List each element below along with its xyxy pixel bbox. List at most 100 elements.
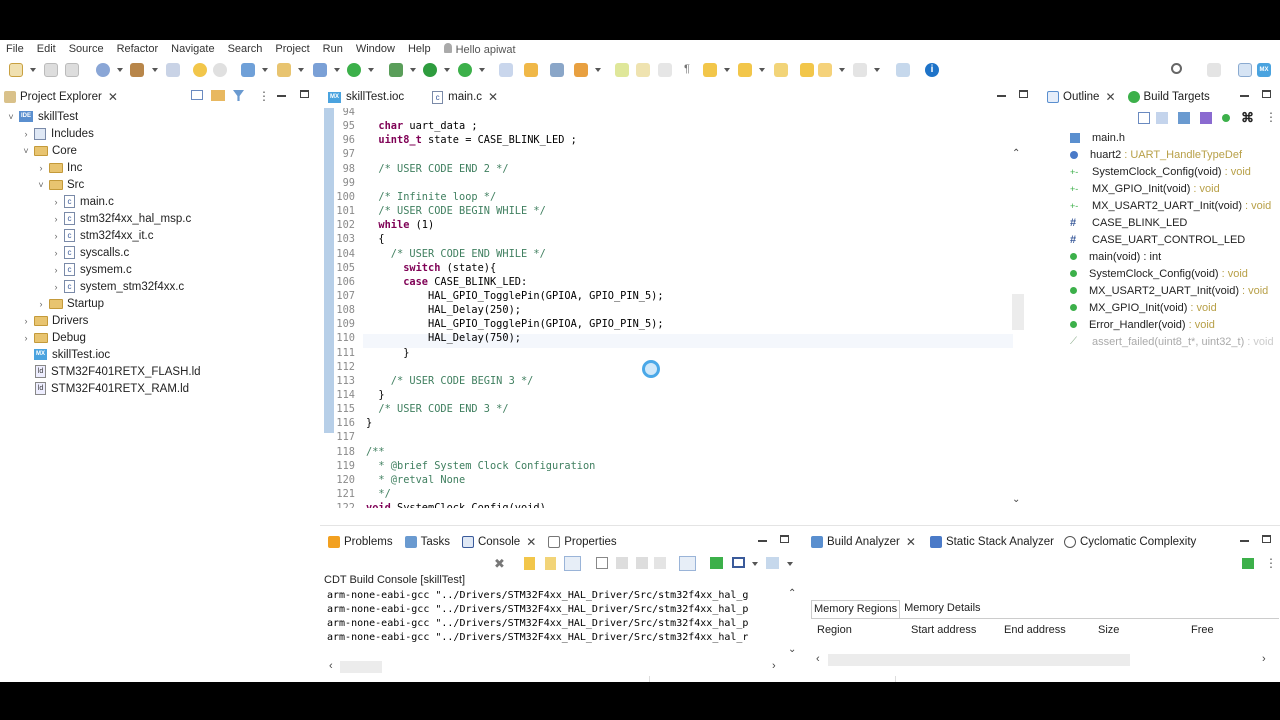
focus-icon[interactable] [1138,112,1150,124]
chevron-right-icon[interactable]: › [51,197,61,207]
binary-icon[interactable] [166,63,180,77]
column-start-address[interactable]: Start address [911,624,976,636]
menu-navigate[interactable]: Navigate [171,43,214,55]
menu-file[interactable]: File [6,43,24,55]
tree-item-src[interactable]: ˅ Src [36,176,84,193]
new-class-icon[interactable] [313,63,327,77]
tree-item-it[interactable]: › c stm32f4xx_it.c [51,227,154,244]
tab-build-analyzer[interactable]: Build Analyzer ✕ [811,535,916,549]
tree-item-skilltest[interactable]: ˅ IDE skillTest [6,108,78,125]
close-icon[interactable]: ✕ [108,90,118,104]
filter-output-icon[interactable] [636,557,648,569]
back-icon[interactable] [800,63,814,77]
outline-item[interactable]: ⟋ assert_failed(uint8_t*, uint32_t): void [1070,333,1274,350]
chevron-right-icon[interactable]: › [51,282,61,292]
clear-console-icon[interactable] [596,557,608,569]
run-icon[interactable] [423,63,437,77]
menu-source[interactable]: Source [69,43,104,55]
open-type-icon[interactable] [524,63,538,77]
undo-icon[interactable] [193,63,207,77]
word-wrap-icon[interactable] [564,556,581,571]
tab-properties[interactable]: Properties [548,536,617,548]
minimize-icon[interactable] [1240,95,1249,97]
tree-item-startup[interactable]: › Startup [36,295,105,312]
new-console-icon[interactable] [766,557,779,569]
tree-item-drivers[interactable]: › Drivers [21,312,89,329]
tab-static-stack-analyzer[interactable]: Static Stack Analyzer [929,536,1054,548]
outline-item[interactable]: # CASE_UART_CONTROL_LED [1070,231,1245,248]
toggle-mark-icon[interactable] [636,63,650,77]
column-end-address[interactable]: End address [1004,624,1066,636]
menu-search[interactable]: Search [228,43,263,55]
tree-item-syscalls[interactable]: › c syscalls.c [51,244,129,261]
outline-item[interactable]: main.h [1070,129,1125,146]
show-whitespace-icon[interactable]: ¶ [680,63,694,77]
outline-item[interactable]: Error_Handler(void): void [1070,316,1215,333]
block-select-icon[interactable] [658,63,672,77]
outline-item[interactable]: huart2: UART_HandleTypeDef [1070,146,1242,163]
outline-item[interactable]: SystemClock_Config(void): void [1070,265,1248,282]
column-region[interactable]: Region [817,624,852,636]
redo-icon[interactable] [213,63,227,77]
close-icon[interactable]: ✕ [488,90,498,104]
outline-item[interactable]: # CASE_BLINK_LED [1070,214,1187,231]
menu-run[interactable]: Run [323,43,343,55]
pin-icon[interactable] [545,557,556,570]
outline-item[interactable]: +- MX_GPIO_Init(void): void [1070,180,1220,197]
open-perspective-icon[interactable] [1207,63,1221,77]
chevron-right-icon[interactable]: › [21,129,31,139]
code-editor[interactable]: 94 95 char uart_data ; 96 uint8_t state = … [323,108,1029,508]
new-folder-icon[interactable] [277,63,291,77]
debug-icon[interactable] [389,63,403,77]
pen-icon[interactable] [574,63,588,77]
menu-edit[interactable]: Edit [37,43,56,55]
next-annotation-icon[interactable] [703,63,717,77]
tree-item-ioc[interactable]: MX skillTest.ioc [34,346,110,363]
chevron-right-icon[interactable]: › [51,248,61,258]
open-console-toggle-icon[interactable] [679,556,696,571]
vertical-scrollbar-thumb[interactable] [1012,294,1024,330]
show-console-icon[interactable] [654,557,666,569]
search-icon[interactable] [1171,63,1182,74]
info-icon[interactable]: i [925,63,939,77]
minimize-icon[interactable] [1240,540,1249,542]
tab-problems[interactable]: Problems [328,536,393,548]
maximize-icon[interactable] [300,90,309,98]
tree-item-ram-ld[interactable]: ld STM32F401RETX_RAM.ld [35,380,189,397]
tree-item-flash-ld[interactable]: ld STM32F401RETX_FLASH.ld [35,363,201,380]
outline-item[interactable]: +- SystemClock_Config(void): void [1070,163,1251,180]
horizontal-scrollbar-thumb[interactable] [340,661,382,673]
open-task-icon[interactable] [550,63,564,77]
new-c-project-icon[interactable] [241,63,255,77]
refresh-icon[interactable] [347,63,361,77]
tree-item-includes[interactable]: › Includes [21,125,94,142]
scroll-lock-icon[interactable] [524,557,535,570]
outline-item[interactable]: MX_GPIO_Init(void): void [1070,299,1217,316]
prev-annotation-icon[interactable] [738,63,752,77]
view-menu-icon[interactable]: ⋮ [258,89,270,103]
view-menu-icon[interactable]: ⋮ [1265,110,1277,124]
save-all-icon[interactable] [65,63,79,77]
chevron-right-icon[interactable]: › [21,316,31,326]
close-icon[interactable]: ✕ [906,535,916,549]
hide-static-icon[interactable] [1200,112,1212,124]
chevron-right-icon[interactable]: › [36,163,46,173]
scroll-left-arrow[interactable]: ‹ [329,660,333,672]
display-selected-icon[interactable] [616,557,628,569]
collapse-all-icon[interactable] [191,90,203,100]
maximize-icon[interactable] [1019,90,1028,98]
build-hammer-icon[interactable] [130,63,144,77]
search-toolbar-icon[interactable] [499,63,513,77]
tab-memory-details[interactable]: Memory Details [902,600,982,618]
outline-item[interactable]: MX_USART2_UART_Init(void): void [1070,282,1268,299]
tree-item-main-c[interactable]: › c main.c [51,193,114,210]
tab-skilltest-ioc[interactable]: MX skillTest.ioc [328,91,404,103]
back-arrow-icon[interactable] [818,63,832,77]
tab-outline[interactable]: Outline ✕ [1047,90,1116,104]
close-icon[interactable]: ✕ [1105,90,1115,104]
chevron-right-icon[interactable]: › [51,231,61,241]
chevron-right-icon[interactable]: › [36,299,46,309]
tree-item-sysmem[interactable]: › c sysmem.c [51,261,132,278]
tab-main-c[interactable]: c main.c ✕ [432,90,498,104]
chevron-down-icon[interactable]: ˅ [36,180,46,190]
